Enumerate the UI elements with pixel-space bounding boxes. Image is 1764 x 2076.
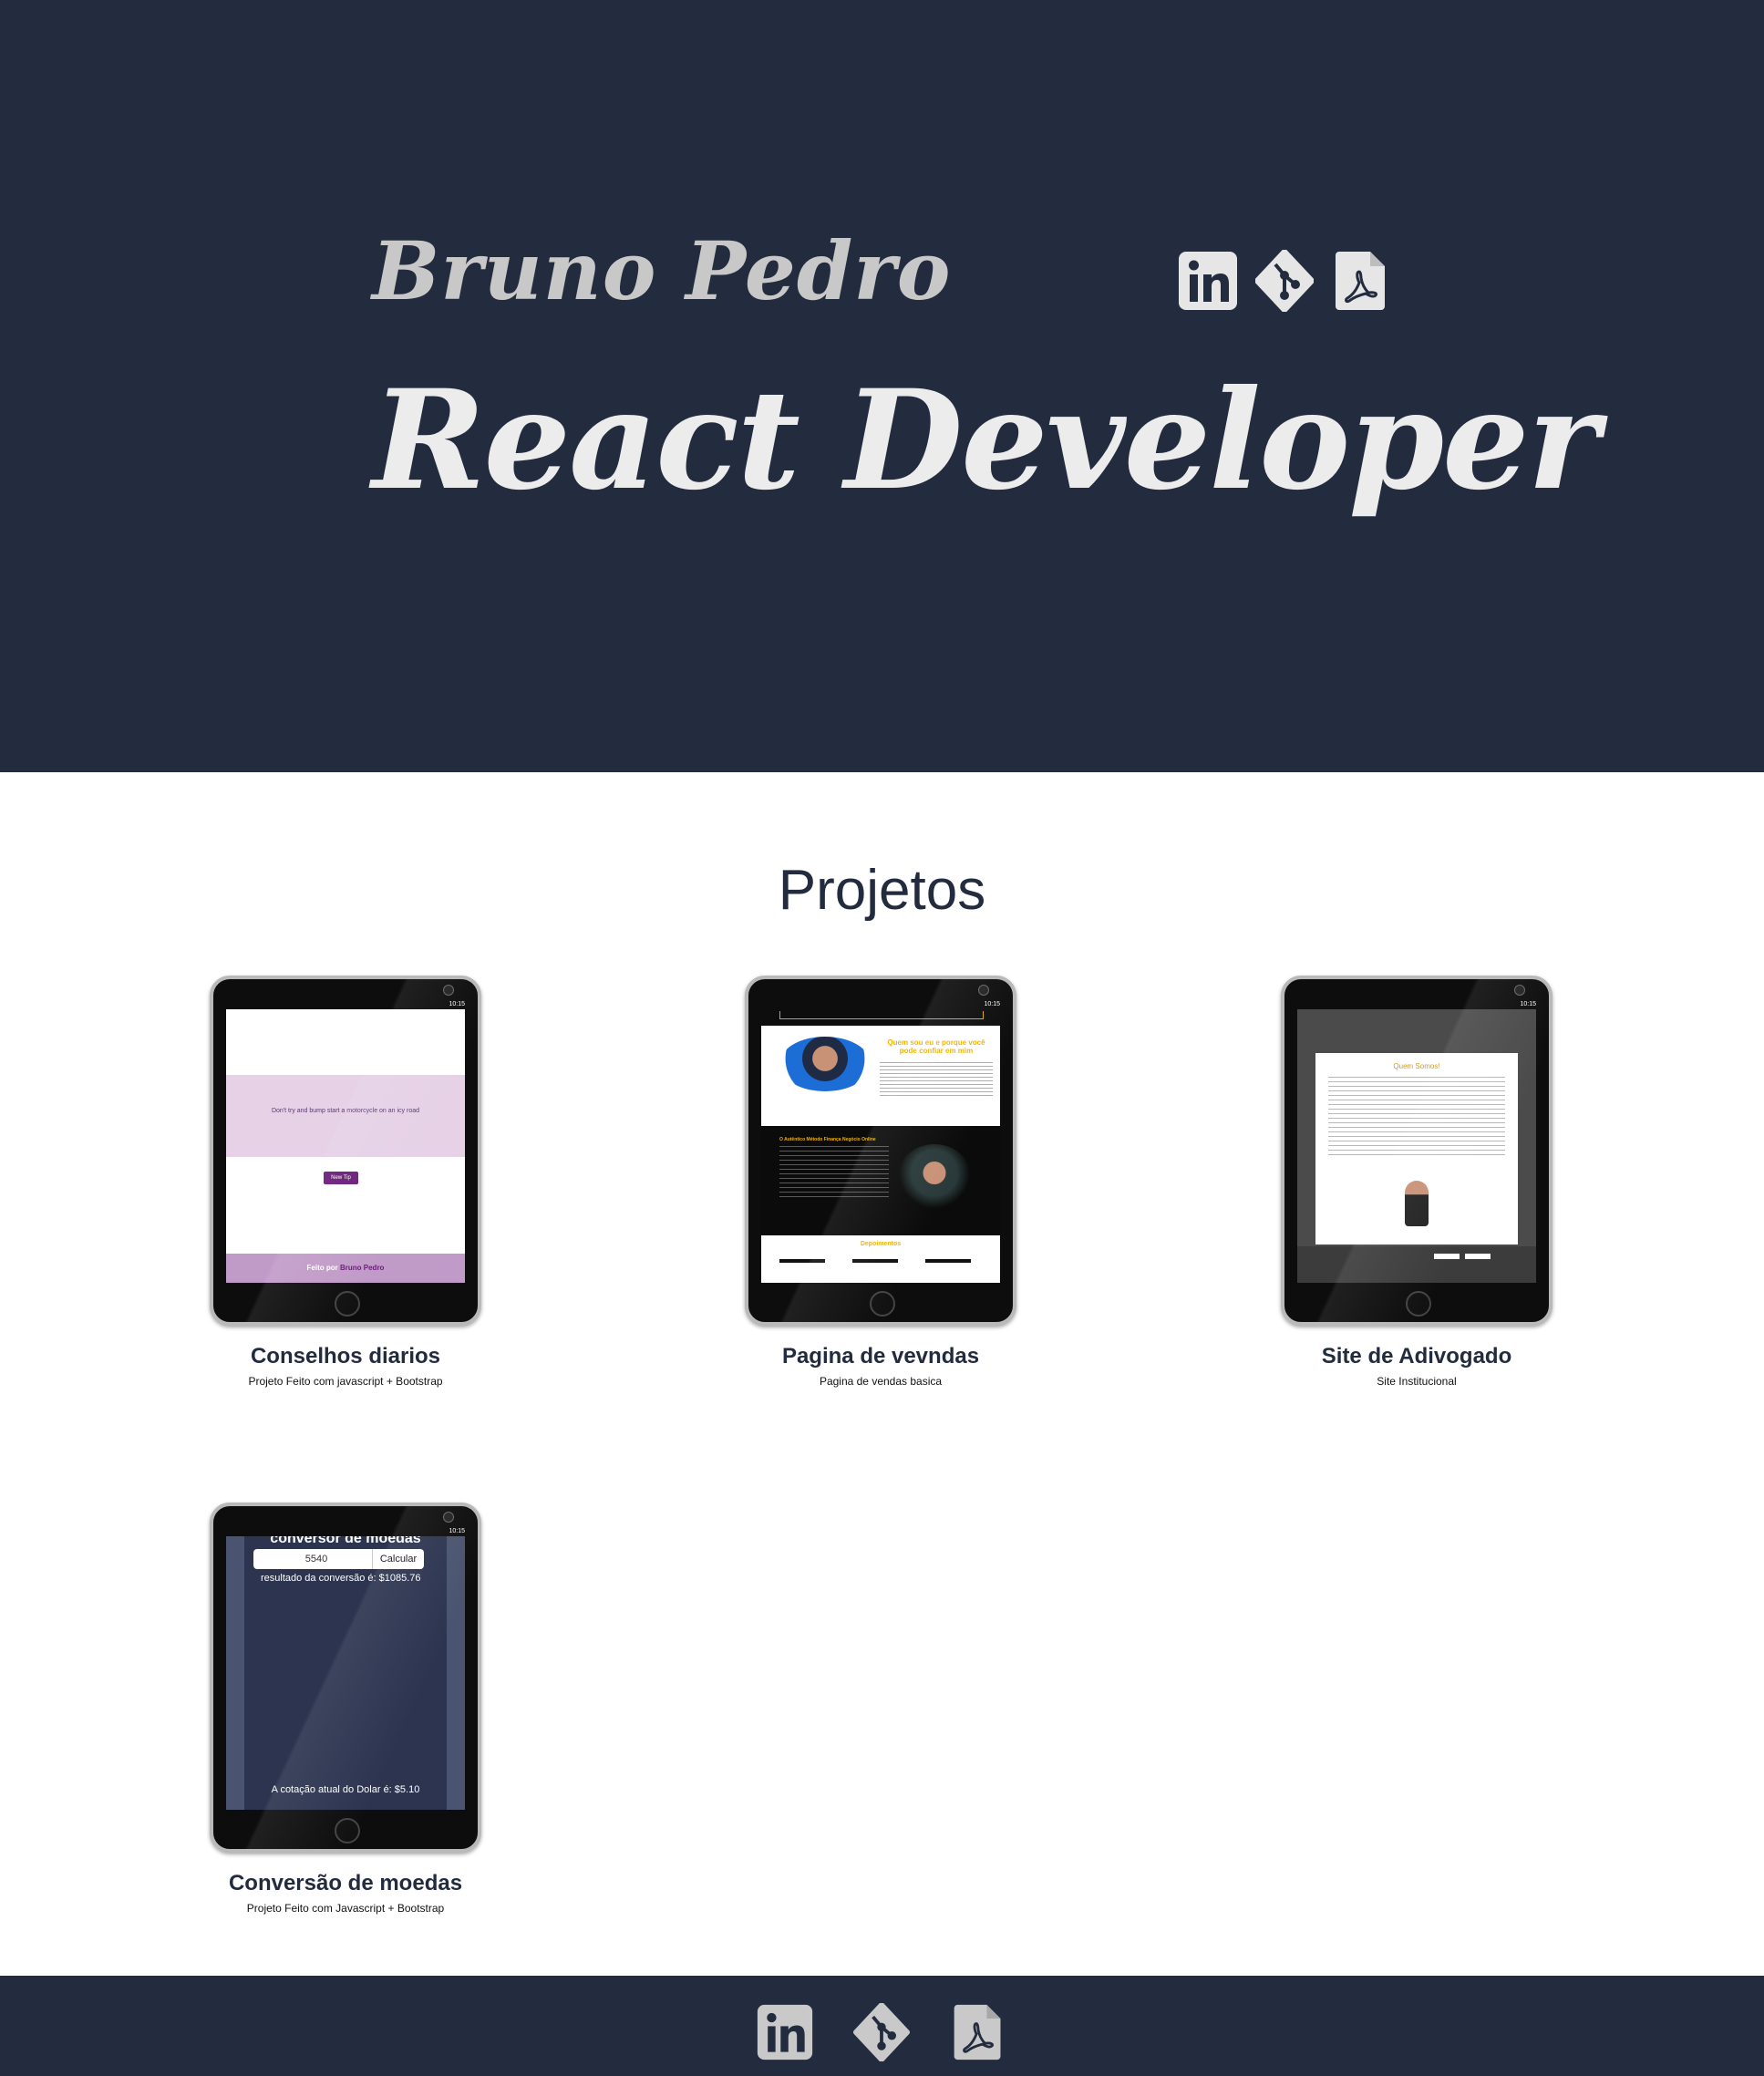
project-subtitle: Projeto Feito com javascript + Bootstrap xyxy=(248,1375,443,1388)
new-tip-button: New Tip xyxy=(324,1172,358,1184)
home-button xyxy=(335,1291,360,1317)
advice-text: Don't try and bump start a motorcycle on… xyxy=(271,1108,420,1114)
screen-headline: Quem sou eu e porque você pode confiar e… xyxy=(887,1038,985,1055)
git-icon[interactable] xyxy=(852,2002,911,2062)
project-preview[interactable]: 10:15 Don't try and bump start a motorcy… xyxy=(210,976,481,1326)
home-button xyxy=(1406,1291,1431,1317)
conversion-result: resultado da conversão é: $1085.76 xyxy=(261,1573,421,1584)
status-time: 10:15 xyxy=(1520,1001,1536,1007)
camera-dot xyxy=(443,1512,454,1523)
project-preview[interactable]: 10:15 Quem Somos! xyxy=(1281,976,1553,1326)
camera-dot xyxy=(978,985,989,996)
screen-heading: Quem Somos! xyxy=(1393,1062,1440,1070)
profile-photo xyxy=(898,1144,971,1208)
project-subtitle: Site Institucional xyxy=(1377,1375,1457,1388)
project-preview[interactable]: 10:15 Quem sou eu e porque você pode con… xyxy=(745,976,1016,1326)
hero-header: Bruno Pedro React Developer xyxy=(0,0,1764,772)
linkedin-icon[interactable] xyxy=(1179,250,1237,312)
hero-title: React Developer xyxy=(372,360,1600,521)
tablet-screen: Quem Somos! xyxy=(1297,1009,1536,1283)
pdf-icon[interactable] xyxy=(1332,250,1390,312)
screen-footer: Feito por Bruno Pedro xyxy=(226,1254,465,1283)
project-subtitle: Pagina de vendas basica xyxy=(819,1375,943,1388)
project-title: Conselhos diarios xyxy=(250,1344,441,1369)
screen-heading: conversor de moedas xyxy=(270,1536,421,1546)
project-card[interactable]: 10:15 Don't try and bump start a motorcy… xyxy=(181,976,510,1388)
project-title: Conversão de moedas xyxy=(228,1871,463,1895)
project-preview[interactable]: 10:15 conversor de moedas 5540 Calcular … xyxy=(210,1503,481,1853)
status-time: 10:15 xyxy=(449,1001,465,1007)
lawyer-photo xyxy=(1405,1181,1429,1226)
camera-dot xyxy=(1514,985,1525,996)
project-title: Pagina de vevndas xyxy=(781,1344,980,1369)
project-card[interactable]: 10:15 Quem Somos! Site de Adivogado Site… xyxy=(1253,976,1581,1388)
camera-dot xyxy=(443,985,454,996)
tablet-screen: Quem sou eu e porque você pode confiar e… xyxy=(761,1009,1000,1283)
home-button xyxy=(870,1291,895,1317)
calculate-button: Calcular xyxy=(372,1549,424,1569)
footer-social-links xyxy=(756,2002,1007,2062)
screen-section-title: O Autêntico Método Finança Negócio Onlin… xyxy=(779,1137,876,1142)
projects-heading: Projetos xyxy=(778,859,986,923)
tablet-screen: Don't try and bump start a motorcycle on… xyxy=(226,1009,465,1283)
footer xyxy=(0,1976,1764,2076)
testimonials-title: Depoimentos xyxy=(860,1241,902,1247)
project-title: Site de Adivogado xyxy=(1321,1344,1512,1369)
hero-social-links xyxy=(1179,249,1390,313)
home-button xyxy=(335,1818,360,1844)
pdf-icon[interactable] xyxy=(949,2003,1007,2061)
dollar-rate: A cotação atual do Dolar é: $5.10 xyxy=(271,1784,420,1795)
linkedin-icon[interactable] xyxy=(756,2003,814,2061)
hero-name: Bruno Pedro xyxy=(372,223,952,318)
project-card[interactable]: 10:15 Quem sou eu e porque você pode con… xyxy=(717,976,1045,1388)
amount-input: 5540 xyxy=(253,1549,372,1569)
tablet-screen: conversor de moedas 5540 Calcular result… xyxy=(226,1536,465,1810)
status-time: 10:15 xyxy=(984,1001,1000,1007)
git-icon[interactable] xyxy=(1254,249,1315,313)
status-time: 10:15 xyxy=(449,1528,465,1534)
profile-photo xyxy=(779,1037,871,1091)
project-subtitle: Projeto Feito com Javascript + Bootstrap xyxy=(246,1902,445,1915)
project-card[interactable]: 10:15 conversor de moedas 5540 Calcular … xyxy=(181,1503,510,1915)
